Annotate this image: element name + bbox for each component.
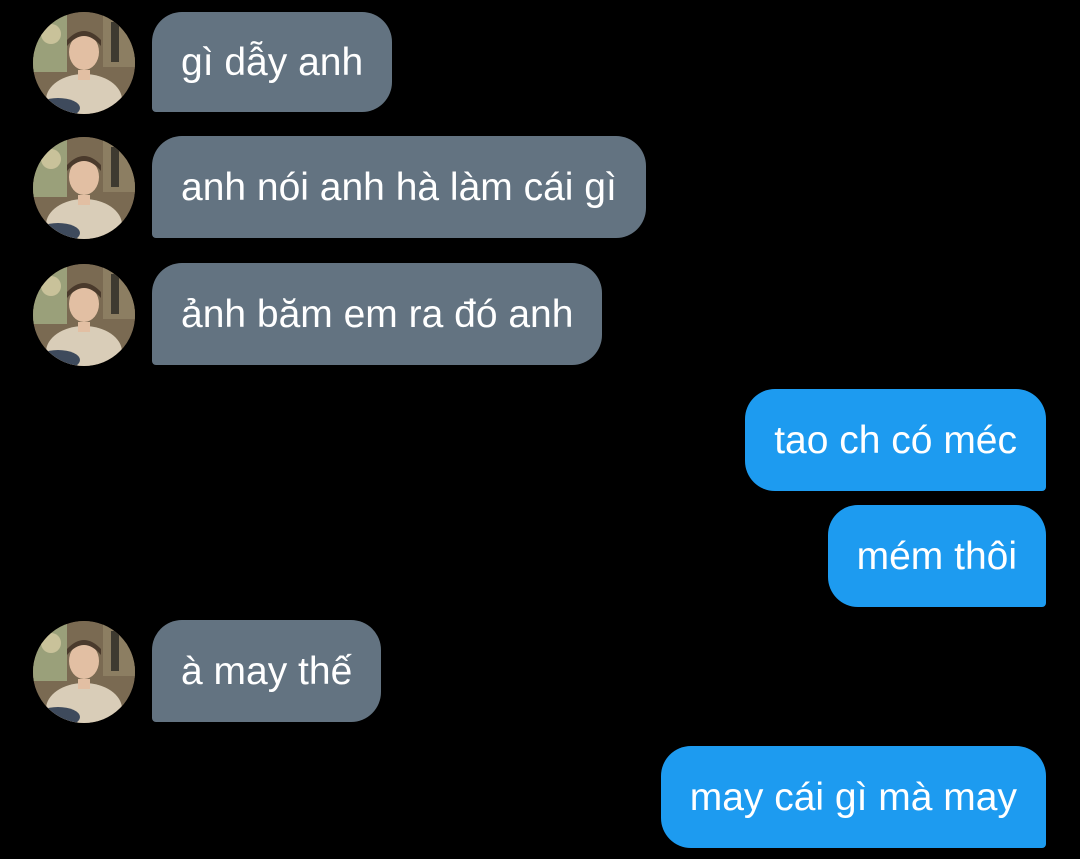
message-text: mém thôi (856, 534, 1017, 578)
message-text: tao ch có méc (774, 418, 1017, 462)
message-text: gì dẫy anh (181, 40, 364, 84)
message-bubble-outgoing[interactable]: may cái gì mà may (660, 746, 1046, 848)
message-bubble-incoming[interactable]: anh nói anh hà làm cái gì (152, 136, 646, 238)
contact-avatar[interactable] (33, 12, 135, 114)
message-bubble-incoming[interactable]: gì dẫy anh (152, 12, 393, 112)
contact-avatar[interactable] (33, 621, 135, 723)
message-bubble-outgoing[interactable]: mém thôi (827, 505, 1046, 607)
message-bubble-outgoing[interactable]: tao ch có méc (745, 389, 1046, 491)
contact-avatar[interactable] (33, 264, 135, 366)
message-text: à may thế (181, 649, 353, 693)
message-text: anh nói anh hà làm cái gì (181, 165, 617, 209)
message-bubble-incoming[interactable]: à may thế (152, 620, 382, 722)
message-text: may cái gì mà may (689, 775, 1017, 819)
message-text: ảnh băm em ra đó anh (181, 292, 574, 336)
contact-avatar[interactable] (33, 137, 135, 239)
message-bubble-incoming[interactable]: ảnh băm em ra đó anh (152, 263, 603, 365)
